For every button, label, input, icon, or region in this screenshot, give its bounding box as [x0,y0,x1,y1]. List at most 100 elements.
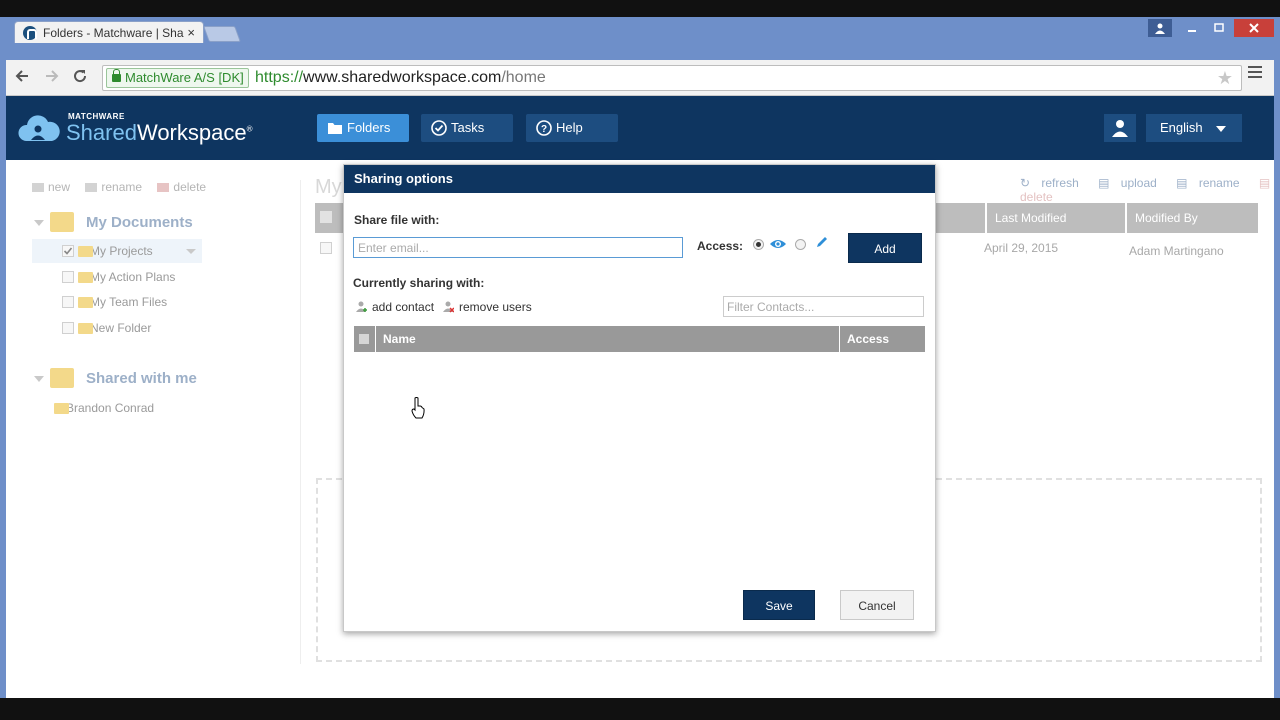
url-path: /home [501,69,546,86]
row-modified-by: Adam Martingano [1129,244,1224,258]
nav-help-button[interactable]: ? Help [526,114,618,142]
rename-folder-action[interactable]: rename [85,180,148,194]
logo-product-name: SharedWorkspace® [66,120,253,146]
remove-users-button[interactable]: remove users [441,299,532,315]
row-checkbox[interactable] [320,242,332,254]
eye-icon [770,240,786,248]
new-folder-action[interactable]: new [32,180,76,194]
select-all-checkbox[interactable] [354,326,376,352]
tree-root-shared-with-me[interactable]: Shared with me [32,364,197,394]
nav-folders-button[interactable]: Folders [317,114,409,142]
sharing-table-header: Name Access [354,326,925,352]
shared-folder-icon [50,368,74,388]
checkbox[interactable] [62,322,74,334]
sidebar-item-label: My Projects [90,244,153,258]
ev-label: MatchWare A/S [DK] [125,70,244,85]
folder-icon [328,123,342,134]
logo-trademark: ® [246,124,253,134]
folder-icon [78,272,93,283]
sidebar-item-new-folder[interactable]: New Folder [32,316,151,340]
access-view-radio[interactable] [753,239,764,250]
language-selector[interactable]: English [1146,114,1242,142]
column-access[interactable]: Access [841,326,925,352]
column-name[interactable]: Name [377,326,840,352]
sidebar-item-my-action-plans[interactable]: My Action Plans [32,265,175,289]
access-label: Access: [697,239,744,253]
nav-tasks-button[interactable]: Tasks [421,114,513,142]
sidebar-item-label: New Folder [90,321,152,335]
collapse-arrow-icon[interactable] [34,220,44,226]
delete-icon: ▤ [1258,176,1271,190]
column-modified-by[interactable]: Modified By [1125,203,1258,233]
main-actions: ↻ refresh ▤ upload ▤ rename ▤ delete [1020,176,1274,204]
shared-with-me-label: Shared with me [86,370,197,387]
remove-users-label: remove users [459,300,532,314]
logo-workspace-text: Workspace [136,120,247,145]
add-user-icon [356,301,367,312]
bookmark-star-icon[interactable]: ★ [1217,66,1233,90]
email-input[interactable] [353,237,683,258]
web-page: MATCHWARE SharedWorkspace® Folders Tasks… [6,96,1274,698]
screen: Folders - Matchware | Sha × MatchWare A/… [0,0,1280,720]
url-text: https://www.sharedworkspace.com/home [255,66,546,90]
url-host: www.sharedworkspace.com [303,69,502,86]
collapse-arrow-icon[interactable] [34,376,44,382]
ev-certificate-badge[interactable]: MatchWare A/S [DK] [106,68,249,88]
sidebar-actions: new rename delete [32,180,218,194]
cancel-button[interactable]: Cancel [840,590,914,620]
chevron-down-icon [1216,126,1226,132]
add-button[interactable]: Add [848,233,922,263]
checkbox[interactable] [62,271,74,283]
back-icon[interactable] [14,68,30,89]
maximize-icon[interactable] [1207,19,1231,37]
app-header: MATCHWARE SharedWorkspace® Folders Tasks… [6,96,1274,160]
column-last-modified[interactable]: Last Modified [985,203,1125,233]
add-contact-button[interactable]: add contact [354,299,434,315]
my-documents-label: My Documents [86,214,193,231]
address-bar[interactable]: MatchWare A/S [DK] https://www.sharedwor… [102,65,1242,91]
new-tab-button[interactable] [203,26,241,42]
filter-contacts-input[interactable] [723,296,924,317]
browser-tab[interactable]: Folders - Matchware | Sha × [14,21,204,43]
url-scheme: https:// [255,69,304,86]
access-edit-radio[interactable] [795,239,806,250]
sidebar-item-my-projects[interactable]: My Projects [32,239,202,263]
checkbox[interactable] [62,296,74,308]
save-button[interactable]: Save [743,590,815,620]
reload-icon[interactable] [72,68,88,89]
pencil-icon [817,237,827,247]
sidebar-divider [300,180,301,664]
delete-label: delete [1020,190,1053,204]
new-folder-icon [32,183,44,193]
documents-folder-icon [50,212,74,232]
tree-root-my-documents[interactable]: My Documents [32,208,193,238]
checkmark-icon [63,247,73,255]
row-last-modified: April 29, 2015 [984,241,1059,255]
upload-action[interactable]: ▤ upload [1098,176,1165,190]
folder-icon [54,403,69,414]
account-button[interactable] [1104,114,1136,142]
close-tab-icon[interactable]: × [187,25,195,40]
browser-menu-icon[interactable] [1248,66,1262,81]
minimize-icon[interactable] [1180,19,1204,37]
select-all-checkbox[interactable] [320,211,332,223]
cloud-logo-icon [18,115,60,141]
browser-toolbar: MatchWare A/S [DK] https://www.sharedwor… [6,60,1274,96]
close-window-icon[interactable] [1234,19,1274,37]
add-contact-label: add contact [372,300,435,314]
chevron-down-icon[interactable] [186,249,196,254]
lock-icon [112,69,121,82]
main-title: My [315,176,342,198]
rename-action[interactable]: ▤ rename [1176,176,1247,190]
sidebar-item-brandon-conrad[interactable]: Brandon Conrad [8,396,154,420]
forward-icon[interactable] [44,68,60,89]
user-profile-icon[interactable] [1148,19,1172,37]
refresh-action[interactable]: ↻ refresh [1020,176,1087,190]
sidebar-item-my-team-files[interactable]: My Team Files [32,290,167,314]
folder-icon [78,246,93,257]
refresh-label: refresh [1041,176,1079,190]
upload-label: upload [1120,176,1157,190]
delete-folder-action[interactable]: delete [157,180,212,194]
svg-text:?: ? [541,124,547,135]
checkbox[interactable] [62,245,74,257]
